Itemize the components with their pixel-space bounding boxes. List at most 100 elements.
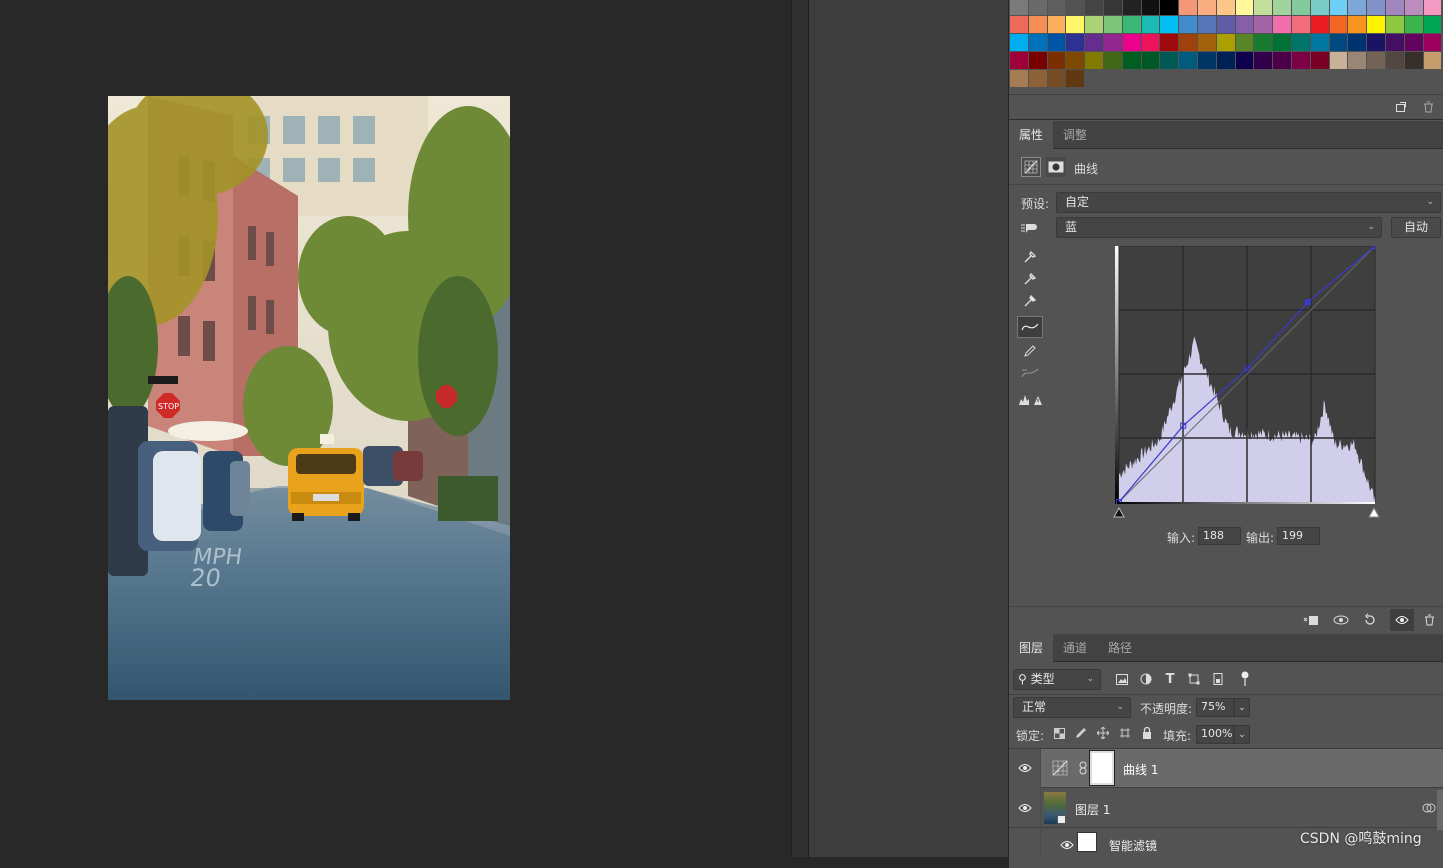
- color-swatch[interactable]: [1141, 34, 1160, 51]
- color-swatch[interactable]: [1292, 0, 1310, 15]
- color-swatch[interactable]: [1085, 52, 1103, 69]
- color-swatch[interactable]: [1235, 0, 1254, 15]
- color-swatch[interactable]: [1010, 34, 1028, 51]
- tab-channels[interactable]: 通道: [1053, 634, 1097, 662]
- color-swatch[interactable]: [1160, 0, 1179, 15]
- color-swatch[interactable]: [1179, 16, 1197, 33]
- tab-adjustments[interactable]: 调整: [1053, 121, 1097, 149]
- color-swatch[interactable]: [1179, 34, 1197, 51]
- color-swatch[interactable]: [1122, 16, 1141, 33]
- eye-icon[interactable]: [1059, 839, 1075, 851]
- color-swatch[interactable]: [1423, 0, 1442, 15]
- color-swatch[interactable]: [1085, 34, 1103, 51]
- color-swatch[interactable]: [1066, 52, 1085, 69]
- eye-icon[interactable]: [1017, 802, 1033, 814]
- color-swatch[interactable]: [1141, 0, 1160, 15]
- layer-filter-dropdown[interactable]: ⚲ 类型 ⌄: [1013, 669, 1101, 690]
- layer-name[interactable]: 智能滤镜: [1109, 837, 1157, 854]
- color-swatch[interactable]: [1329, 52, 1348, 69]
- color-swatch[interactable]: [1160, 34, 1179, 51]
- color-swatch[interactable]: [1047, 34, 1066, 51]
- color-swatch[interactable]: [1273, 52, 1291, 69]
- preset-dropdown[interactable]: 自定 ⌄: [1056, 192, 1441, 213]
- filter-pixel-layer-icon[interactable]: [1114, 671, 1130, 687]
- opacity-dropdown-chevron-icon[interactable]: ⌄: [1234, 698, 1250, 717]
- target-adjustment-hand-icon[interactable]: [1019, 218, 1041, 238]
- color-swatch[interactable]: [1179, 52, 1197, 69]
- layer-row-curves[interactable]: 曲线 1: [1009, 749, 1443, 788]
- color-swatch[interactable]: [1310, 0, 1329, 15]
- opacity-field[interactable]: 75%: [1196, 698, 1234, 717]
- white-point-slider-icon[interactable]: [1368, 507, 1380, 519]
- color-swatch[interactable]: [1216, 34, 1235, 51]
- color-swatch[interactable]: [1254, 52, 1273, 69]
- color-swatch[interactable]: [1348, 34, 1367, 51]
- color-swatch[interactable]: [1235, 34, 1254, 51]
- lock-artboard-icon[interactable]: [1118, 726, 1132, 740]
- color-swatch[interactable]: [1404, 34, 1423, 51]
- color-swatch[interactable]: [1423, 52, 1442, 69]
- color-swatch[interactable]: [1367, 16, 1385, 33]
- black-point-slider-icon[interactable]: [1113, 507, 1125, 519]
- color-swatch[interactable]: [1329, 0, 1348, 15]
- tab-layers[interactable]: 图层: [1009, 634, 1054, 662]
- color-swatch[interactable]: [1085, 0, 1103, 15]
- lock-all-icon[interactable]: [1140, 726, 1154, 740]
- color-swatch[interactable]: [1198, 16, 1216, 33]
- color-swatch[interactable]: [1348, 16, 1367, 33]
- color-swatch[interactable]: [1386, 52, 1404, 69]
- filter-shape-layer-icon[interactable]: [1186, 671, 1202, 687]
- filter-smart-object-icon[interactable]: [1210, 671, 1226, 687]
- color-swatch[interactable]: [1028, 34, 1047, 51]
- color-swatch[interactable]: [1423, 16, 1442, 33]
- color-swatch[interactable]: [1141, 52, 1160, 69]
- output-value-field[interactable]: 199: [1277, 527, 1320, 545]
- color-swatch[interactable]: [1104, 52, 1122, 69]
- color-swatch[interactable]: [1386, 34, 1404, 51]
- color-swatch[interactable]: [1216, 52, 1235, 69]
- color-swatch[interactable]: [1198, 52, 1216, 69]
- color-swatch[interactable]: [1085, 16, 1103, 33]
- color-swatch[interactable]: [1329, 34, 1348, 51]
- color-swatch[interactable]: [1235, 52, 1254, 69]
- color-swatch[interactable]: [1273, 16, 1291, 33]
- color-swatch[interactable]: [1292, 34, 1310, 51]
- color-swatch[interactable]: [1348, 52, 1367, 69]
- curve-control-point[interactable]: [1304, 299, 1311, 306]
- fill-dropdown-chevron-icon[interactable]: ⌄: [1234, 725, 1250, 744]
- lock-position-icon[interactable]: [1096, 726, 1110, 740]
- document-canvas-area[interactable]: MPH 20 STOP: [0, 0, 791, 857]
- link-icon[interactable]: [1077, 759, 1089, 777]
- color-swatch[interactable]: [1028, 16, 1047, 33]
- color-swatch[interactable]: [1292, 16, 1310, 33]
- lock-image-pixels-icon[interactable]: [1074, 726, 1088, 740]
- color-swatch[interactable]: [1367, 52, 1385, 69]
- black-point-eyedropper-icon[interactable]: [1019, 247, 1041, 267]
- layer-name[interactable]: 图层 1: [1075, 801, 1110, 818]
- color-swatch[interactable]: [1160, 16, 1179, 33]
- eye-icon[interactable]: [1017, 762, 1033, 774]
- color-swatch[interactable]: [1010, 70, 1028, 87]
- input-value-field[interactable]: 188: [1198, 527, 1241, 545]
- channel-dropdown[interactable]: 蓝 ⌄: [1056, 217, 1382, 238]
- color-swatch[interactable]: [1047, 16, 1066, 33]
- color-swatch[interactable]: [1235, 16, 1254, 33]
- smooth-curve-icon[interactable]: [1019, 363, 1041, 383]
- color-swatch[interactable]: [1329, 16, 1348, 33]
- color-swatch[interactable]: [1198, 34, 1216, 51]
- color-swatch[interactable]: [1292, 52, 1310, 69]
- curves-graph[interactable]: [1115, 243, 1378, 505]
- curves-plot[interactable]: [1115, 243, 1378, 505]
- color-swatch[interactable]: [1254, 34, 1273, 51]
- layer-name[interactable]: 曲线 1: [1123, 761, 1158, 778]
- layer-mask-thumbnail[interactable]: [1089, 750, 1115, 786]
- color-swatch[interactable]: [1216, 0, 1235, 15]
- color-swatch[interactable]: [1404, 0, 1423, 15]
- curves-adjustment-icon[interactable]: [1021, 157, 1041, 177]
- toggle-visibility-icon[interactable]: [1390, 609, 1414, 631]
- color-swatch[interactable]: [1028, 52, 1047, 69]
- color-swatch[interactable]: [1310, 16, 1329, 33]
- pencil-draw-icon[interactable]: [1019, 341, 1041, 361]
- blend-mode-dropdown[interactable]: 正常 ⌄: [1013, 697, 1131, 718]
- color-swatch[interactable]: [1066, 34, 1085, 51]
